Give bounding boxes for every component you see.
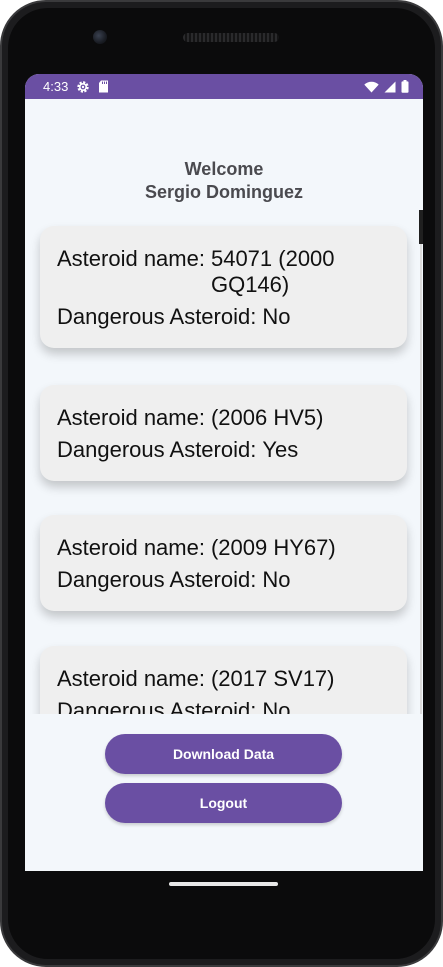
asteroid-danger-label: Dangerous Asteroid: <box>57 304 257 329</box>
asteroid-danger-row: Dangerous Asteroid: No <box>57 567 391 593</box>
asteroid-danger-value: Yes <box>262 437 299 462</box>
asteroid-list[interactable]: Asteroid name: 54071 (2000 GQ146) Danger… <box>25 206 423 714</box>
asteroid-name-row: Asteroid name: 54071 (2000 GQ146) <box>57 246 391 298</box>
asteroid-danger-value: No <box>262 567 291 592</box>
asteroid-name-row: Asteroid name: (2017 SV17) <box>57 666 391 692</box>
asteroid-card[interactable]: Asteroid name: (2017 SV17) Dangerous Ast… <box>40 646 407 714</box>
asteroid-danger-row: Dangerous Asteroid: Yes <box>57 437 391 463</box>
asteroid-name-label: Asteroid name: <box>57 535 205 560</box>
battery-icon <box>401 80 409 93</box>
welcome-title: Welcome <box>184 159 264 179</box>
status-time: 4:33 <box>43 79 69 94</box>
asteroid-danger-label: Dangerous Asteroid: <box>57 567 257 592</box>
asteroid-name-label: Asteroid name: <box>57 246 205 271</box>
asteroid-name-label: Asteroid name: <box>57 405 205 430</box>
asteroid-card[interactable]: Asteroid name: (2009 HY67) Dangerous Ast… <box>40 515 407 611</box>
asteroid-danger-value: No <box>262 698 291 714</box>
front-camera <box>93 30 107 44</box>
asteroid-name-value: 54071 (2000 GQ146) <box>210 246 335 297</box>
download-data-button[interactable]: Download Data <box>105 734 342 774</box>
welcome-header: Welcome Sergio Dominguez <box>25 158 423 204</box>
asteroid-danger-row: Dangerous Asteroid: No <box>57 304 391 330</box>
asteroid-card[interactable]: Asteroid name: (2006 HV5) Dangerous Aste… <box>40 385 407 481</box>
asteroid-name-value: (2017 SV17) <box>210 666 335 691</box>
earpiece-speaker <box>183 33 279 42</box>
wifi-icon <box>364 81 379 93</box>
asteroid-name-value: (2006 HV5) <box>210 405 324 430</box>
asteroid-card[interactable]: Asteroid name: 54071 (2000 GQ146) Danger… <box>40 226 407 348</box>
asteroid-danger-label: Dangerous Asteroid: <box>57 437 257 462</box>
asteroid-name-label: Asteroid name: <box>57 666 205 691</box>
app-screen: 4:33 Welcome Sergio Dominguez Asteroid n… <box>25 74 423 871</box>
sd-card-icon <box>98 80 109 93</box>
user-name: Sergio Dominguez <box>144 182 303 202</box>
asteroid-danger-row: Dangerous Asteroid: No <box>57 698 391 714</box>
scrollbar-thumb[interactable] <box>419 210 423 244</box>
scrollbar-track <box>420 244 422 714</box>
asteroid-danger-label: Dangerous Asteroid: <box>57 698 257 714</box>
settings-gear-icon <box>76 80 90 94</box>
asteroid-name-row: Asteroid name: (2006 HV5) <box>57 405 391 431</box>
home-gesture-bar[interactable] <box>169 882 278 886</box>
asteroid-name-value: (2009 HY67) <box>210 535 336 560</box>
asteroid-name-row: Asteroid name: (2009 HY67) <box>57 535 391 561</box>
logout-button[interactable]: Logout <box>105 783 342 823</box>
status-bar: 4:33 <box>25 74 423 99</box>
phone-frame: 4:33 Welcome Sergio Dominguez Asteroid n… <box>0 0 443 967</box>
asteroid-danger-value: No <box>262 304 291 329</box>
cellular-signal-icon <box>384 81 396 93</box>
